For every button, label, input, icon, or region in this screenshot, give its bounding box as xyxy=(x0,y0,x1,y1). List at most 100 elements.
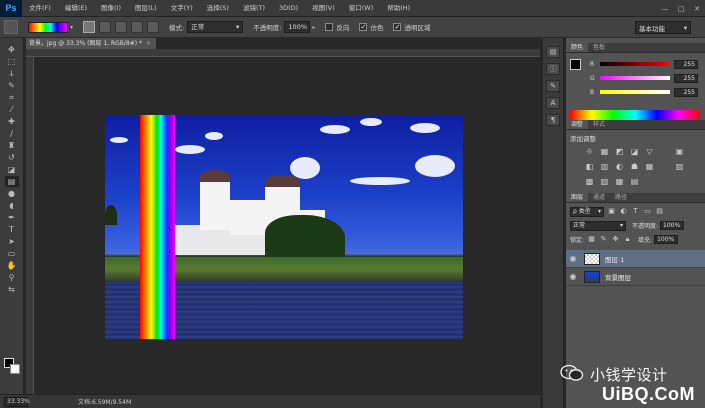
invert-adjustment-icon[interactable]: ▨ xyxy=(675,162,685,172)
photo-filter-adjustment-icon[interactable]: ◐ xyxy=(615,162,625,172)
red-slider[interactable] xyxy=(600,62,670,66)
exposure-adjustment-icon[interactable]: ◪ xyxy=(630,147,640,157)
opacity-slider-icon[interactable]: ▸ xyxy=(312,24,315,31)
menu-filter[interactable]: 滤镜(T) xyxy=(236,0,272,17)
healing-tool-icon[interactable]: ✚ xyxy=(5,116,19,127)
adjustment-filter-icon[interactable]: ◐ xyxy=(619,207,628,216)
threshold-adjustment-icon[interactable]: ▧ xyxy=(600,177,610,187)
gradient-dropdown-icon[interactable]: ▾ xyxy=(70,24,73,31)
posterize-adjustment-icon[interactable]: ▩ xyxy=(585,177,595,187)
layer-row-background[interactable]: ◉ 背景图层 xyxy=(566,268,705,286)
channel-mixer-adjustment-icon[interactable]: ☗ xyxy=(630,162,640,172)
angle-gradient-button[interactable] xyxy=(115,21,128,33)
selective-color-adjustment-icon[interactable]: ▤ xyxy=(630,177,640,187)
move-tool-icon[interactable]: ✥ xyxy=(5,44,19,55)
linear-gradient-button[interactable] xyxy=(83,21,96,33)
gradient-map-adjustment-icon[interactable]: ▦ xyxy=(615,177,625,187)
color-lookup-adjustment-icon[interactable]: ▦ xyxy=(645,162,655,172)
type-tool-icon[interactable]: T xyxy=(5,224,19,235)
brightness-adjustment-icon[interactable]: ☼ xyxy=(585,147,595,157)
menu-window[interactable]: 窗口(W) xyxy=(342,0,381,17)
vertical-ruler[interactable] xyxy=(26,57,34,394)
menu-edit[interactable]: 编辑(E) xyxy=(58,0,94,17)
paragraph-panel-icon[interactable]: ¶ xyxy=(546,114,560,126)
close-icon[interactable]: × xyxy=(146,40,151,47)
radial-gradient-button[interactable] xyxy=(99,21,112,33)
tab-adjustments[interactable]: 调整 xyxy=(566,120,589,129)
minimize-button[interactable]: — xyxy=(657,0,673,17)
shape-tool-icon[interactable]: ▭ xyxy=(5,248,19,259)
color-spectrum-bar[interactable] xyxy=(570,110,700,120)
blend-mode-select[interactable]: 正常 ▾ xyxy=(570,220,626,231)
diamond-gradient-button[interactable] xyxy=(147,21,160,33)
hue-saturation-adjustment-icon[interactable]: ▣ xyxy=(675,147,685,157)
crop-tool-icon[interactable]: ⌗ xyxy=(5,92,19,103)
history-brush-tool-icon[interactable]: ↺ xyxy=(5,152,19,163)
history-panel-icon[interactable]: ▤ xyxy=(546,46,560,58)
curves-adjustment-icon[interactable]: ◩ xyxy=(615,147,625,157)
shape-filter-icon[interactable]: ▭ xyxy=(643,207,652,216)
menu-3d[interactable]: 3D(D) xyxy=(272,0,305,17)
vibrance-adjustment-icon[interactable]: ▽ xyxy=(645,147,655,157)
gradient-picker[interactable] xyxy=(28,21,68,33)
horizontal-ruler[interactable] xyxy=(26,49,540,57)
menu-image[interactable]: 图像(I) xyxy=(94,0,128,17)
brush-panel-icon[interactable]: ✎ xyxy=(546,80,560,92)
tab-channels[interactable]: 通道 xyxy=(588,193,610,202)
dither-checkbox[interactable]: ✓ xyxy=(359,23,368,31)
lock-pixels-icon[interactable]: ✎ xyxy=(599,235,608,244)
document-tab[interactable]: 背景。jpg @ 33.3% (图层 1, RGB/8#) * × xyxy=(26,38,156,49)
opacity-input[interactable]: 100% xyxy=(284,21,311,33)
tab-paths[interactable]: 路径 xyxy=(610,193,632,202)
levels-adjustment-icon[interactable]: ▦ xyxy=(600,147,610,157)
swap-colors-icon[interactable]: ⇆ xyxy=(5,284,19,295)
eye-icon[interactable]: ◉ xyxy=(566,254,580,263)
tool-preset-icon[interactable] xyxy=(4,20,18,34)
tab-styles[interactable]: 样式 xyxy=(588,120,610,129)
layer-opacity-field[interactable]: 100% xyxy=(660,221,685,230)
fill-field[interactable]: 100% xyxy=(654,235,679,244)
transparency-checkbox[interactable]: ✓ xyxy=(393,23,402,31)
mode-select[interactable]: 正常 ▾ xyxy=(187,21,244,33)
reflected-gradient-button[interactable] xyxy=(131,21,144,33)
gradient-tool-icon[interactable]: ▤ xyxy=(4,176,19,187)
background-color-swatch[interactable] xyxy=(10,364,20,374)
red-value-field[interactable]: 255 xyxy=(674,59,698,69)
eyedropper-tool-icon[interactable]: ⁄ xyxy=(5,104,19,115)
lock-all-icon[interactable]: 🔒︎ xyxy=(623,235,632,244)
blue-slider[interactable] xyxy=(600,90,670,94)
document-canvas-image[interactable] xyxy=(105,115,463,339)
tab-color[interactable]: 颜色 xyxy=(566,43,589,52)
black-white-adjustment-icon[interactable]: ▥ xyxy=(600,162,610,172)
info-panel-icon[interactable]: ⓘ xyxy=(546,63,560,75)
lock-position-icon[interactable]: ✥ xyxy=(611,235,620,244)
quick-select-tool-icon[interactable]: ✎ xyxy=(5,80,19,91)
tab-swatches[interactable]: 色板 xyxy=(588,43,610,52)
tab-layers[interactable]: 图层 xyxy=(566,193,589,202)
menu-file[interactable]: 文件(F) xyxy=(22,0,58,17)
brush-tool-icon[interactable]: ∕ xyxy=(5,128,19,139)
type-filter-icon[interactable]: T xyxy=(631,207,640,216)
eraser-tool-icon[interactable]: ◪ xyxy=(5,164,19,175)
green-slider[interactable] xyxy=(600,76,670,80)
menu-select[interactable]: 选择(S) xyxy=(200,0,236,17)
lasso-tool-icon[interactable]: ↆ xyxy=(5,68,19,79)
blur-tool-icon[interactable]: ● xyxy=(5,188,19,199)
foreground-color-swatch[interactable] xyxy=(570,59,581,70)
reverse-checkbox[interactable] xyxy=(325,23,334,31)
pen-tool-icon[interactable]: ✒ xyxy=(5,212,19,223)
menu-help[interactable]: 帮助(H) xyxy=(380,0,417,17)
lock-transparency-icon[interactable]: ▦ xyxy=(587,235,596,244)
restore-button[interactable]: □ xyxy=(673,0,689,17)
hand-tool-icon[interactable]: ✋ xyxy=(5,260,19,271)
color-balance-adjustment-icon[interactable]: ◧ xyxy=(585,162,595,172)
close-button[interactable]: ✕ xyxy=(689,0,705,17)
document-info[interactable]: 文档:6.59M/9.54M xyxy=(78,397,131,406)
smart-object-filter-icon[interactable]: ▤ xyxy=(655,207,664,216)
pixel-filter-icon[interactable]: ▣ xyxy=(607,207,616,216)
blue-value-field[interactable]: 255 xyxy=(674,87,698,97)
green-value-field[interactable]: 255 xyxy=(674,73,698,83)
layer-row-layer1[interactable]: ◉ 图层 1 xyxy=(566,250,705,268)
dodge-tool-icon[interactable]: ◖ xyxy=(5,200,19,211)
menu-view[interactable]: 视图(V) xyxy=(305,0,342,17)
